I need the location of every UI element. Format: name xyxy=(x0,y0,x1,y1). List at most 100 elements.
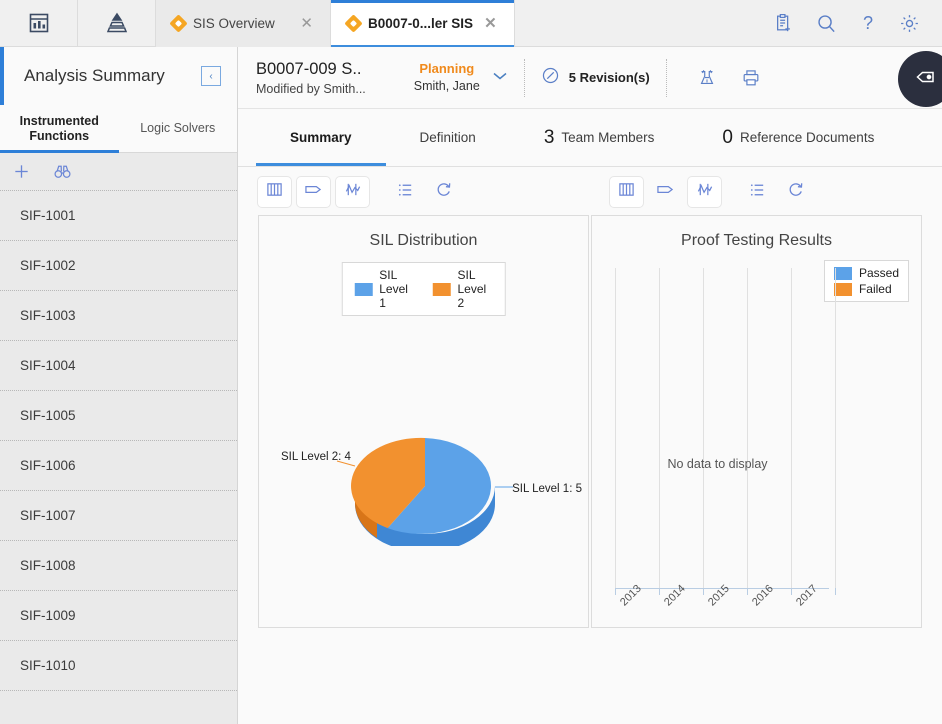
book-icon-button[interactable] xyxy=(258,177,291,207)
book-icon xyxy=(265,181,284,203)
refresh-icon-button[interactable] xyxy=(428,177,461,207)
browser-tabstrip: SIS Overview ✕ B0007-0...ler SIS ✕ xyxy=(156,0,515,47)
tab-b0007-sis[interactable]: B0007-0...ler SIS ✕ xyxy=(331,0,515,47)
dashboard-icon xyxy=(27,11,51,35)
sidebar-collapse-button[interactable]: ‹ xyxy=(201,66,221,86)
list-item[interactable]: SIF-1007 xyxy=(0,491,237,541)
diamond-icon xyxy=(344,14,363,33)
sidebar-tab-logic-solvers[interactable]: Logic Solvers xyxy=(119,105,238,152)
pie-chart: SIL Level 2: 4 SIL Level 1: 5 xyxy=(259,366,588,552)
tab-label: SIS Overview xyxy=(193,16,275,31)
list-item[interactable]: SIF-1004 xyxy=(0,341,237,391)
list-item-label: SIF-1006 xyxy=(20,458,76,473)
list-icon xyxy=(396,182,415,203)
sil-distribution-card: SIL Distribution SIL Level 1 SIL Level 2 xyxy=(258,215,589,628)
list-item-label: SIF-1002 xyxy=(20,258,76,273)
sidebar-tabs: Instrumented Functions Logic Solvers xyxy=(0,105,237,153)
sidebar-tab-label: Instrumented Functions xyxy=(19,113,99,143)
print-icon[interactable] xyxy=(741,68,761,88)
list-item-label: SIF-1005 xyxy=(20,408,76,423)
list-icon-button[interactable] xyxy=(741,177,774,207)
binoculars-icon[interactable] xyxy=(53,162,72,181)
tag-outline-icon-button[interactable] xyxy=(297,177,330,207)
chevron-down-icon[interactable] xyxy=(492,70,508,84)
list-item[interactable]: SIF-1008 xyxy=(0,541,237,591)
diamond-icon xyxy=(169,14,188,33)
export-icon[interactable] xyxy=(697,68,717,88)
tab-sis-overview[interactable]: SIS Overview ✕ xyxy=(156,0,331,47)
topbar-actions: ? xyxy=(774,0,942,46)
status-badge: Planning xyxy=(419,61,475,77)
chart-toolbar-left xyxy=(238,177,590,207)
divider xyxy=(665,58,667,97)
trend-icon-button[interactable] xyxy=(688,177,721,207)
list-item[interactable]: SIF-1003 xyxy=(0,291,237,341)
list-item-label: SIF-1010 xyxy=(20,658,76,673)
list-icon xyxy=(748,182,767,203)
tag-outline-icon-button[interactable] xyxy=(649,177,682,207)
list-item[interactable]: SIF-1002 xyxy=(0,241,237,291)
chart-title: Proof Testing Results xyxy=(681,232,832,249)
revisions-label: 5 Revision(s) xyxy=(568,70,650,85)
list-item[interactable]: SIF-1006 xyxy=(0,441,237,491)
page-title: Analysis Summary xyxy=(24,66,165,85)
list-item[interactable]: SIF-1001 xyxy=(0,191,237,241)
list-item-label: SIF-1004 xyxy=(20,358,76,373)
legend-item[interactable]: SIL Level 2 xyxy=(432,268,493,310)
tab-definition[interactable]: Definition xyxy=(386,109,510,166)
legend-label: SIL Level 1 xyxy=(379,268,408,310)
svg-text:?: ? xyxy=(863,13,873,33)
tab-label: Definition xyxy=(419,130,476,145)
record-title: B0007-009 S.. xyxy=(256,59,362,78)
tag-icon xyxy=(914,65,938,94)
help-icon[interactable]: ? xyxy=(859,13,877,34)
dashboard-icon-button[interactable] xyxy=(0,0,78,46)
revisions-button[interactable]: 5 Revision(s) xyxy=(541,66,650,90)
bar-chart: 2013 2014 2015 2016 2017 No data to disp… xyxy=(606,262,907,613)
chart-toolbars xyxy=(238,167,942,207)
search-icon[interactable] xyxy=(816,13,837,34)
gear-icon[interactable] xyxy=(899,13,920,34)
chart-toolbar-right xyxy=(590,177,813,207)
sif-list: SIF-1001 SIF-1002 SIF-1003 SIF-1004 SIF-… xyxy=(0,191,237,691)
add-icon[interactable] xyxy=(12,162,31,181)
state-selector[interactable]: Planning Smith, Jane xyxy=(414,60,508,94)
state-assignee: Smith, Jane xyxy=(413,78,480,93)
trend-icon-button[interactable] xyxy=(336,177,369,207)
legend-swatch xyxy=(432,282,451,296)
tag-outline-icon xyxy=(655,181,676,203)
tab-label: Team Members xyxy=(561,130,655,145)
proof-testing-results-card: Proof Testing Results Passed Failed 2013… xyxy=(591,215,922,628)
list-item-label: SIF-1009 xyxy=(20,608,76,623)
chart-title: SIL Distribution xyxy=(369,232,478,249)
refresh-icon xyxy=(435,181,454,203)
close-icon[interactable]: ✕ xyxy=(297,14,316,33)
close-icon[interactable]: ✕ xyxy=(481,14,500,33)
empty-state-message: No data to display xyxy=(667,457,768,471)
hierarchy-icon-button[interactable] xyxy=(78,0,156,46)
book-icon-button[interactable] xyxy=(610,177,643,207)
legend-label: SIL Level 2 xyxy=(457,268,487,310)
pencil-circle-icon xyxy=(541,66,560,90)
tab-team-members[interactable]: 3 Team Members xyxy=(510,109,689,166)
list-item[interactable]: SIF-1005 xyxy=(0,391,237,441)
record-header: B0007-009 S.. Modified by Smith... Plann… xyxy=(238,47,942,109)
tag-fab-button[interactable] xyxy=(898,51,942,107)
tab-label: B0007-0...ler SIS xyxy=(368,16,474,31)
chart-cards: SIL Distribution SIL Level 1 SIL Level 2 xyxy=(238,207,942,628)
state-text: Planning Smith, Jane xyxy=(414,60,480,94)
list-item[interactable]: SIF-1009 xyxy=(0,591,237,641)
tab-reference-documents[interactable]: 0 Reference Documents xyxy=(688,109,908,166)
trend-icon xyxy=(695,181,715,203)
list-item[interactable]: SIF-1010 xyxy=(0,641,237,691)
legend-item[interactable]: SIL Level 1 xyxy=(354,268,414,310)
clipboard-add-icon[interactable] xyxy=(774,13,794,33)
refresh-icon-button[interactable] xyxy=(780,177,813,207)
refresh-icon xyxy=(787,181,806,203)
tab-count: 3 xyxy=(543,126,555,148)
tab-summary[interactable]: Summary xyxy=(256,109,386,166)
sidebar-tab-instrumented-functions[interactable]: Instrumented Functions xyxy=(0,105,119,153)
left-sidebar: Analysis Summary ‹ Instrumented Function… xyxy=(0,47,238,724)
chevron-left-icon: ‹ xyxy=(209,70,213,82)
list-icon-button[interactable] xyxy=(389,177,422,207)
